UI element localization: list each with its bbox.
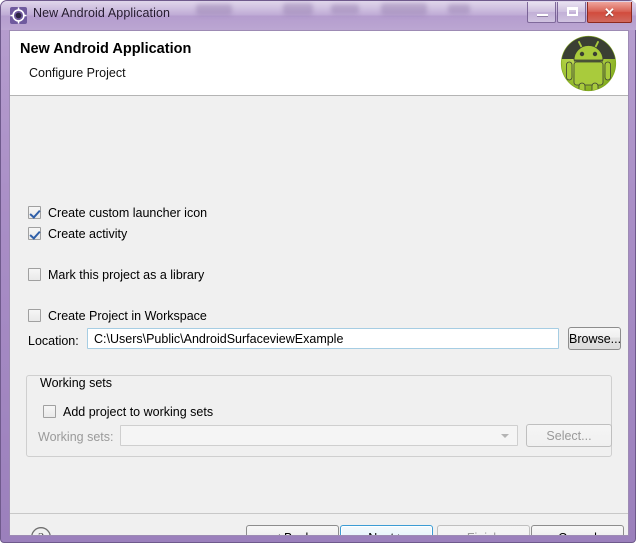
working-sets-combo-label: Working sets: [38,430,114,444]
help-icon[interactable]: ? [30,526,52,536]
page-subtitle: Configure Project [29,66,126,80]
window-controls: ✕ [527,2,632,23]
checkbox-row-create-activity[interactable]: Create activity [28,225,127,243]
create-project-in-workspace-label: Create Project in Workspace [48,309,207,323]
working-sets-group-title: Working sets [36,376,117,390]
checkbox-row-mark-project-as-library[interactable]: Mark this project as a library [28,266,204,284]
finish-button[interactable]: Finish [437,525,530,536]
back-button[interactable]: < Back [246,525,339,536]
next-button-label: Next > [368,531,404,536]
cancel-button[interactable]: Cancel [531,525,624,536]
create-project-in-workspace-checkbox[interactable] [28,309,41,322]
dialog-footer: ? < Back Next > Finish Cancel [10,513,628,536]
wizard-header: New Android Application Configure Projec… [10,31,628,96]
glass-blur-shape [331,4,359,14]
maximize-icon [567,7,578,16]
glass-blur-shape [283,3,313,15]
mark-project-as-library-label: Mark this project as a library [48,268,205,282]
page-title: New Android Application [20,41,192,57]
add-project-to-working-sets-label: Add project to working sets [63,405,214,419]
wizard-body: Create custom launcher icon Create activ… [10,97,628,535]
add-project-to-working-sets-checkbox[interactable] [43,405,56,418]
finish-button-label: Finish [467,531,500,536]
dialog-client-area: New Android Application Configure Projec… [9,30,629,536]
chevron-down-icon [501,434,509,438]
back-button-label: < Back [273,531,312,536]
location-input[interactable] [87,328,559,349]
close-button[interactable]: ✕ [587,2,632,23]
glass-blur-shape [448,4,470,14]
minimize-icon [537,14,548,16]
location-label: Location: [28,334,79,348]
cancel-button-label: Cancel [558,531,597,536]
glass-blur-shape [381,3,427,15]
window-title: New Android Application [33,6,171,20]
checkbox-row-create-project-in-workspace[interactable]: Create Project in Workspace [28,307,207,325]
maximize-button[interactable] [557,2,586,23]
minimize-button[interactable] [527,2,556,23]
android-robot-logo [558,33,619,94]
checkbox-row-create-custom-launcher-icon[interactable]: Create custom launcher icon [28,204,207,222]
create-activity-label: Create activity [48,227,128,241]
app-gear-icon [10,7,27,24]
checkbox-row-add-project-to-working-sets[interactable]: Add project to working sets [43,403,213,421]
close-icon: ✕ [604,4,615,20]
create-activity-checkbox[interactable] [28,227,41,240]
svg-text:?: ? [38,530,44,536]
next-button[interactable]: Next > [340,525,433,536]
create-custom-launcher-icon-checkbox[interactable] [28,206,41,219]
create-custom-launcher-icon-label: Create custom launcher icon [48,206,208,220]
title-bar[interactable]: New Android Application ✕ [1,1,636,30]
select-working-sets-button[interactable]: Select... [526,424,612,447]
browse-button[interactable]: Browse... [568,327,621,350]
dialog-window: New Android Application ✕ New Android Ap… [0,0,636,543]
working-sets-combobox[interactable] [120,425,518,446]
mark-project-as-library-checkbox[interactable] [28,268,41,281]
glass-blur-shape [196,4,232,15]
